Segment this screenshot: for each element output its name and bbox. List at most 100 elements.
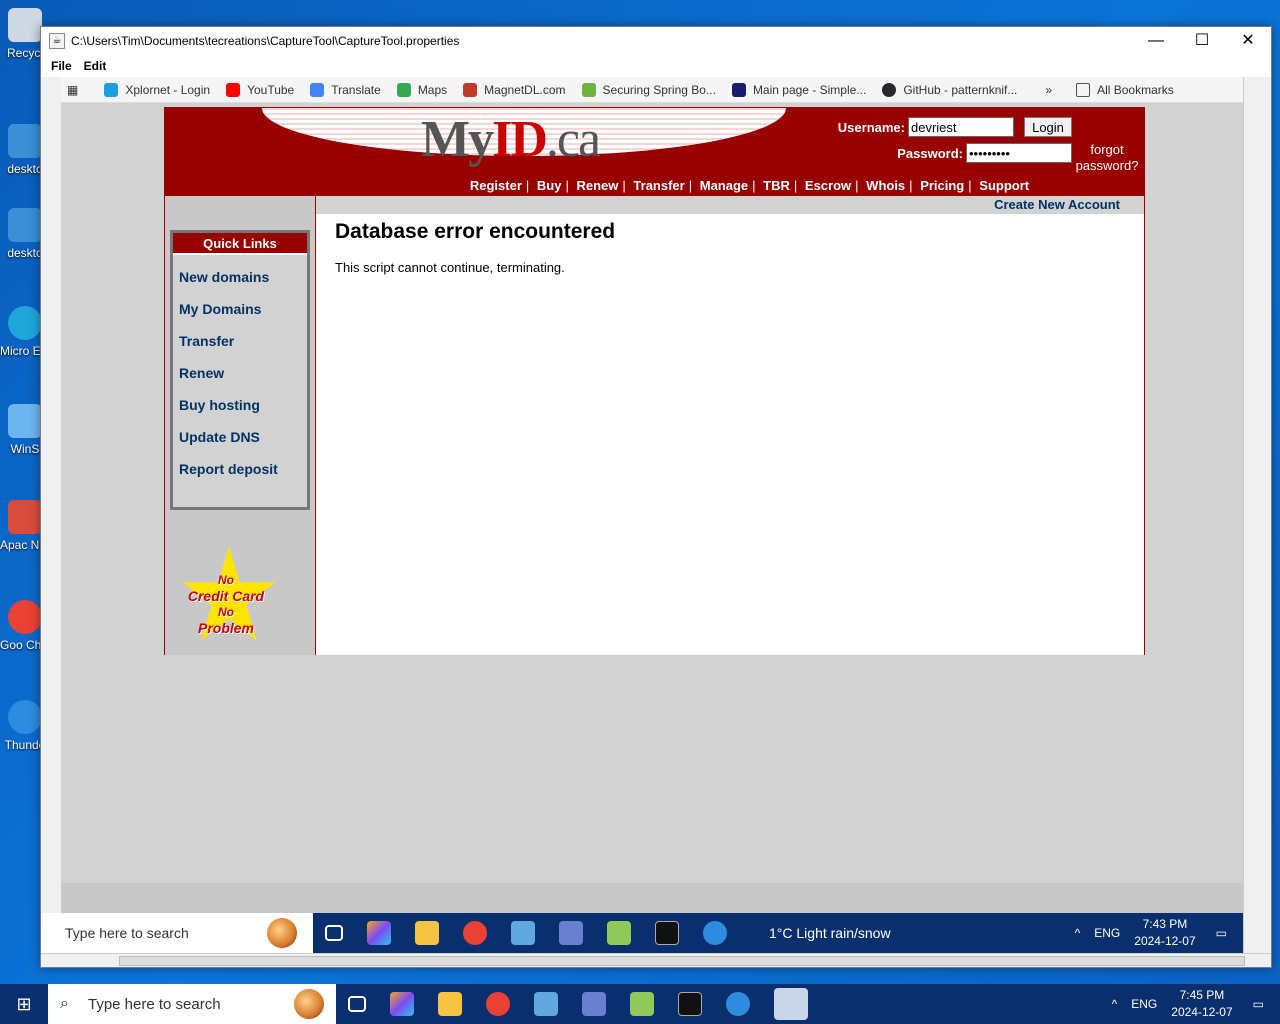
logo-ca: .ca [545,111,601,168]
main-nav: Register | Buy | Renew | Transfer | Manage | … [469,178,1030,193]
cube-icon[interactable] [607,921,631,945]
captured-search-box[interactable]: Type here to search [41,913,313,953]
login-form: Username: Login Password: forgot passwor… [838,114,1142,173]
maximize-button[interactable]: ☐ [1179,27,1225,55]
quick-link-report-deposit[interactable]: Report deposit [179,461,307,493]
captured-taskbar: Type here to search 1°C Light rain/snow … [41,913,1243,953]
task-view-icon[interactable] [325,925,343,941]
bookmark-label: Xplornet - Login [125,82,211,97]
terminal-icon[interactable] [655,921,679,945]
menu-edit[interactable]: Edit [78,59,113,73]
scroll-thumb[interactable] [119,956,1245,966]
no-credit-card-promo[interactable]: No Credit Card No Problem [171,546,281,656]
network-tool-icon[interactable] [582,992,606,1016]
myid-logo[interactable]: MyID.ca [421,110,601,169]
thunderbird-icon[interactable] [726,992,750,1016]
clock[interactable]: 7:43 PM 2024-12-07 [1134,916,1195,950]
bookmark-xplornet[interactable]: Xplornet - Login [104,82,211,97]
password-input[interactable] [966,143,1072,163]
quick-link-new-domains[interactable]: New domains [179,269,307,301]
thunderbird-icon[interactable] [703,921,727,945]
chrome-icon[interactable] [463,921,487,945]
lock-icon[interactable] [534,992,558,1016]
gear-icon [8,124,42,158]
main-content: Create New Account Database error encoun… [315,196,1144,655]
notification-icon[interactable]: ▭ [1253,997,1264,1011]
bookmark-spring[interactable]: Securing Spring Bo... [581,82,716,97]
bookmark-label: Main page - Simple... [752,82,867,97]
quick-link-buy-hosting[interactable]: Buy hosting [179,397,307,429]
start-button[interactable]: ⊞ [0,984,48,1024]
nav-buy[interactable]: Buy [537,178,562,193]
username-input[interactable] [908,117,1014,137]
spring-icon [581,82,596,97]
tray-chevron-icon[interactable]: ^ [1075,926,1081,940]
close-button[interactable]: ✕ [1225,27,1271,55]
nav-manage[interactable]: Manage [700,178,748,193]
nav-whois[interactable]: Whois [866,178,905,193]
recycle-bin-icon [8,8,42,42]
nav-support[interactable]: Support [979,178,1029,193]
bookmark-label: MagnetDL.com [484,82,566,97]
all-bookmarks[interactable]: All Bookmarks [1076,82,1174,97]
bookmark-translate[interactable]: Translate [310,82,381,97]
bookmarks-overflow-button[interactable]: » [1045,83,1052,97]
promo-line: No [218,573,234,587]
minimize-button[interactable]: — [1133,27,1179,55]
nav-register[interactable]: Register [470,178,522,193]
search-placeholder: Type here to search [65,925,189,941]
nav-pricing[interactable]: Pricing [920,178,964,193]
quick-link-my-domains[interactable]: My Domains [179,301,307,333]
clock-time: 7:45 PM [1179,988,1225,1002]
bookmark-icon [104,82,119,97]
nav-escrow[interactable]: Escrow [805,178,851,193]
bookmark-label: YouTube [247,82,295,97]
weather-widget[interactable]: 1°C Light rain/snow [769,925,891,941]
bookmark-github[interactable]: GitHub - patternknif... [882,82,1017,97]
tray-chevron-icon[interactable]: ^ [1112,997,1118,1011]
translate-icon [310,82,325,97]
window-titlebar[interactable]: ☕ C:\Users\Tim\Documents\tecreations\Cap… [41,27,1271,55]
network-tool-icon[interactable] [559,921,583,945]
taskbar-search-box[interactable]: ⌕ Type here to search [48,984,336,1024]
lang-indicator[interactable]: ENG [1094,926,1120,940]
logo-my: My [421,111,494,168]
bookmark-maps[interactable]: Maps [396,82,447,97]
apps-grid-icon[interactable]: ▦ [67,83,78,97]
nav-transfer[interactable]: Transfer [633,178,684,193]
system-tray: ^ ENG 7:43 PM 2024-12-07 ▭ [1075,916,1243,950]
chrome-icon[interactable] [486,992,510,1016]
java-app-icon: ☕ [49,33,65,49]
nav-tbr[interactable]: TBR [763,178,790,193]
promo-line: Credit Card [187,588,265,604]
quick-link-renew[interactable]: Renew [179,365,307,397]
forgot-password-link[interactable]: forgot password? [1072,142,1142,174]
quick-link-update-dns[interactable]: Update DNS [179,429,307,461]
bookmark-magnetdl[interactable]: MagnetDL.com [463,82,566,97]
bookmark-youtube[interactable]: YouTube [226,82,295,97]
cube-icon[interactable] [630,992,654,1016]
copilot-icon[interactable] [390,992,414,1016]
clock-date: 2024-12-07 [1134,934,1196,948]
file-explorer-icon[interactable] [438,992,462,1016]
terminal-icon[interactable] [678,992,702,1016]
window-title: C:\Users\Tim\Documents\tecreations\Captu… [71,34,460,48]
create-account-link[interactable]: Create New Account [316,196,1144,214]
menu-file[interactable]: File [45,59,78,73]
java-icon[interactable] [774,988,808,1020]
copilot-icon[interactable] [367,921,391,945]
bookmarks-bar: ▦ Xplornet - Login YouTube Translate Map… [61,77,1243,103]
clock[interactable]: 7:45 PM 2024-12-07 [1171,987,1232,1021]
login-button[interactable]: Login [1024,117,1072,137]
bookmark-mainpage[interactable]: Main page - Simple... [731,82,867,97]
notification-icon[interactable]: ▭ [1216,926,1227,940]
lang-indicator[interactable]: ENG [1131,997,1157,1011]
winscp-icon [8,404,42,438]
quick-link-transfer[interactable]: Transfer [179,333,307,365]
file-explorer-icon[interactable] [415,921,439,945]
vertical-scrollbar[interactable] [1243,77,1271,967]
horizontal-scrollbar[interactable] [41,953,1271,967]
task-view-icon[interactable] [348,996,366,1012]
nav-renew[interactable]: Renew [577,178,619,193]
lock-icon[interactable] [511,921,535,945]
